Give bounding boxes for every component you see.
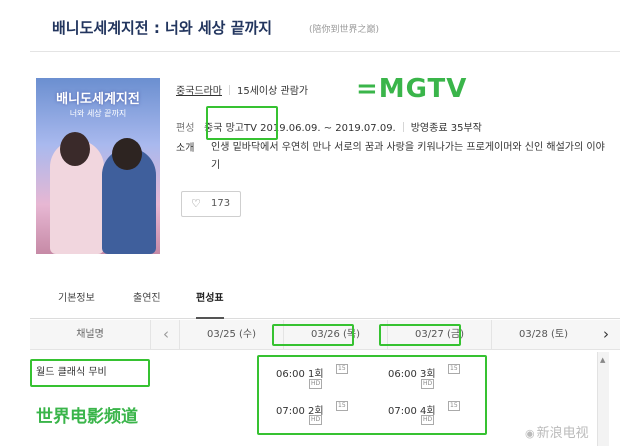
- weibo-icon: ◉: [525, 427, 535, 440]
- age-rating: 15세이상 관람가: [237, 86, 309, 97]
- scroll-up-icon[interactable]: ▲: [600, 356, 605, 364]
- page-subtitle: (陪你到世界之巅): [309, 25, 380, 35]
- highlight-box-schedule: [257, 355, 487, 435]
- tab-bar: 기본정보 출연진 편성표: [30, 287, 620, 319]
- poster-title: 배니도세계지전: [56, 92, 140, 107]
- heart-icon: ♡: [191, 197, 201, 210]
- highlight-box-channel-name: [30, 359, 150, 387]
- tab-schedule[interactable]: 편성표: [196, 287, 224, 319]
- chevron-left-icon[interactable]: ‹: [155, 320, 177, 350]
- highlight-box-date: [379, 324, 461, 346]
- watermark-text: 新浪电视: [536, 426, 589, 441]
- like-button[interactable]: ♡ 173: [181, 191, 241, 217]
- summary-label: 소개: [176, 143, 195, 154]
- summary-text: 인생 밑바닥에서 우연히 만나 서로의 꿈과 사랑을 키워나가는 프로게이머와 …: [211, 142, 605, 171]
- tab-cast[interactable]: 출연진: [133, 287, 161, 319]
- channel-column-header: 채널명: [30, 320, 151, 350]
- highlight-box-channel: [206, 106, 278, 140]
- schedule-scrollbar[interactable]: ▲: [597, 352, 609, 446]
- genre-link[interactable]: 중국드라마: [176, 86, 222, 97]
- divider: [229, 85, 230, 95]
- broadcast-period: 2019.06.09. ~ 2019.07.09.: [260, 123, 396, 134]
- tab-basic-info[interactable]: 기본정보: [58, 287, 95, 319]
- poster-figure-right-head: [112, 138, 142, 170]
- poster-figure-left-head: [60, 132, 90, 166]
- title-bar: 배니도세계지전 : 너와 세상 끝까지 (陪你到世界之巅): [30, 0, 620, 52]
- broadcast-status: 방영종료 35부작: [410, 123, 482, 134]
- divider: [402, 122, 404, 132]
- like-count: 173: [211, 198, 231, 209]
- chevron-right-icon[interactable]: ›: [595, 320, 617, 350]
- page-title: 배니도세계지전 : 너와 세상 끝까지: [52, 19, 273, 37]
- annotation-mgtv: =MGTV: [356, 74, 468, 104]
- annotation-chinese-channel: 世界电影频道: [36, 407, 138, 427]
- highlight-box-date: [272, 324, 354, 346]
- watermark: ◉ 新浪电视: [525, 422, 589, 441]
- drama-poster[interactable]: 배니도세계지전 너와 세상 끝까지: [36, 78, 160, 254]
- date-column[interactable]: 03/28 (토): [491, 320, 595, 350]
- poster-subtitle: 너와 세상 끝까지: [69, 109, 127, 118]
- broadcast-label: 편성: [176, 123, 195, 134]
- date-column[interactable]: 03/25 (수): [179, 320, 283, 350]
- genre-rating-row: 중국드라마 15세이상 관람가: [176, 82, 308, 97]
